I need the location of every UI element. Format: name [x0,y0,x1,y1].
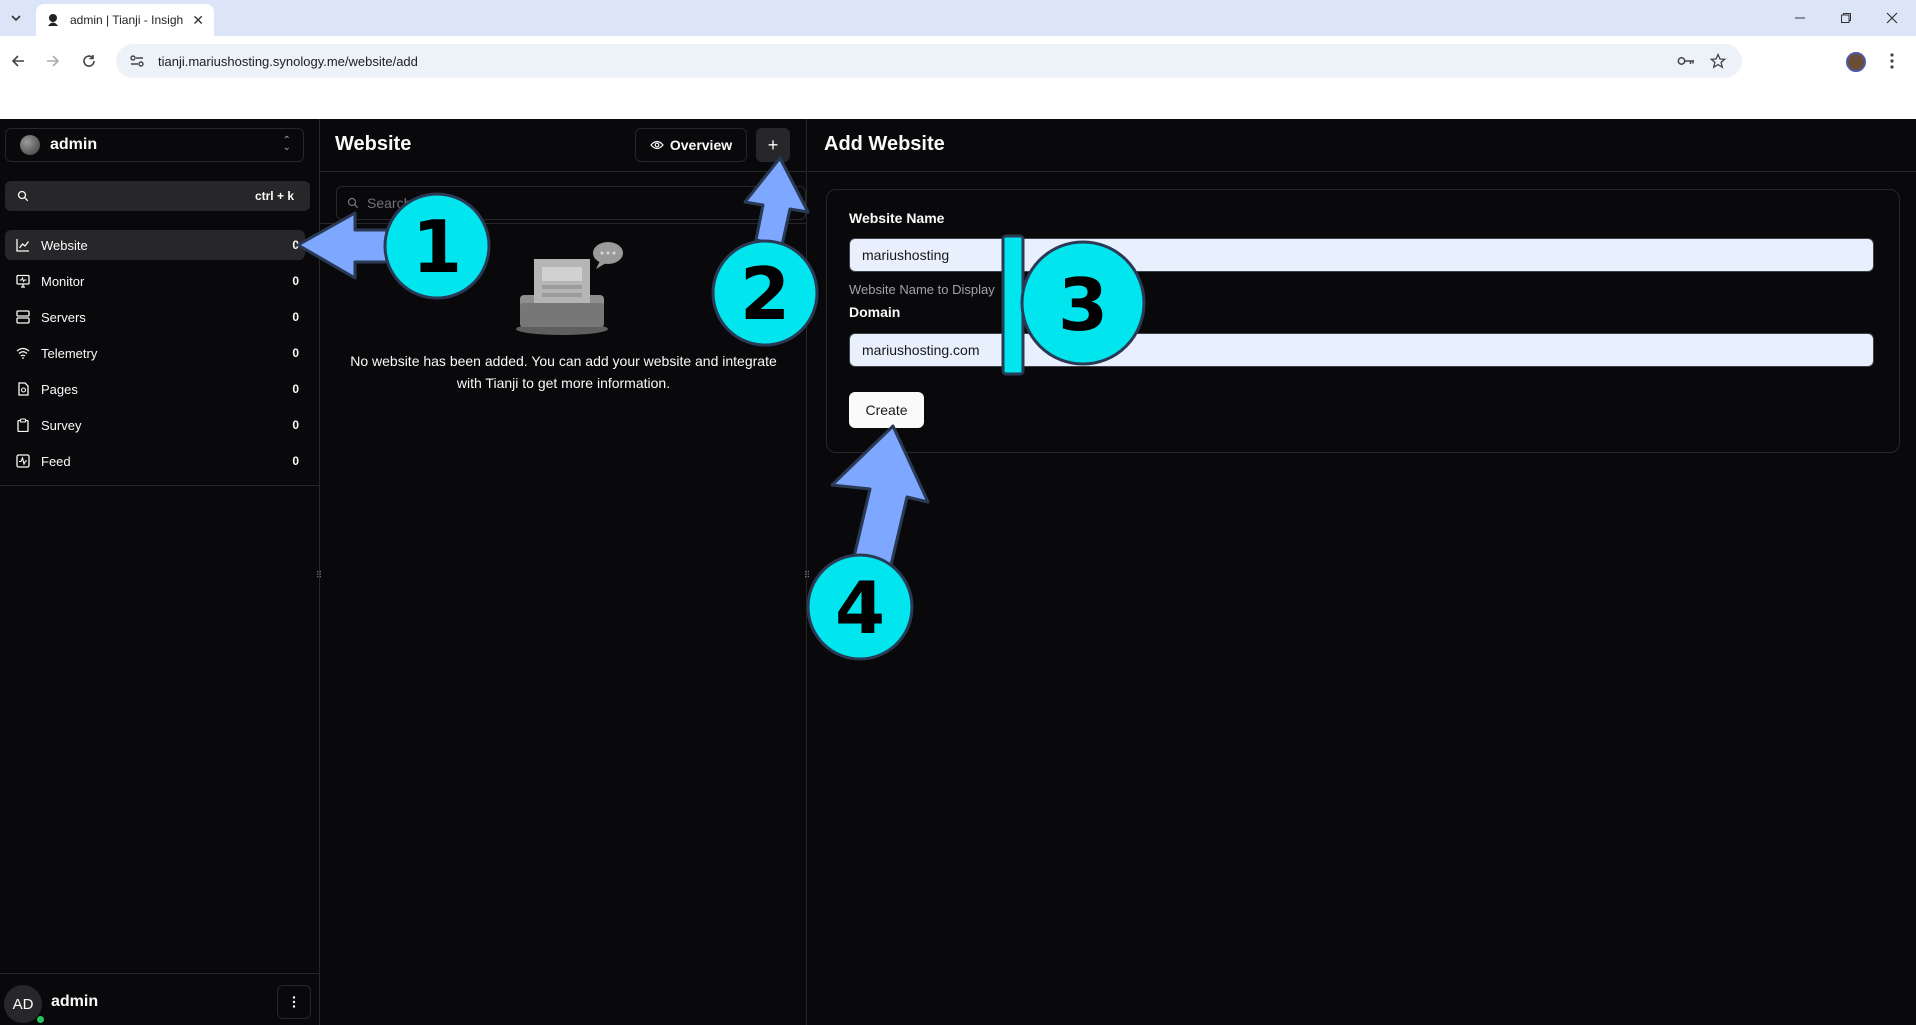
website-name-label: Website Name [849,210,945,226]
close-icon [1886,12,1898,24]
overview-button[interactable]: Overview [635,128,747,162]
sidebar-item-website[interactable]: Website 0 [5,230,305,260]
search-placeholder: Search [367,195,412,211]
sidebar-item-count: 0 [292,274,299,288]
sidebar-item-servers[interactable]: Servers 0 [5,302,305,332]
tianji-app: admin ⌃ ⌄ ctrl + k Website 0 Monitor 0 Se… [0,119,1916,1025]
key-icon [1677,57,1694,65]
sidebar-item-count: 0 [292,310,299,324]
sidebar-item-label: Survey [41,417,82,433]
bookmark-button[interactable] [1704,44,1732,78]
user-menu-button[interactable] [277,985,311,1019]
url-text: tianji.mariushosting.synology.me/website… [158,53,418,69]
website-name-input[interactable] [849,238,1874,272]
page-title: Website [335,133,412,155]
server-icon [15,309,31,325]
tab-search-button[interactable] [4,6,28,30]
browser-chrome: admin | Tianji - Insigh ✕ tianji.mariush… [0,0,1916,119]
sidebar-item-label: Feed [41,453,71,469]
empty-inbox-illustration [516,242,623,335]
more-vertical-icon [1890,53,1894,69]
website-name-help: Website Name to Display [849,282,995,297]
eye-icon [650,137,664,153]
tab-title: admin | Tianji - Insigh [70,13,184,27]
sidebar-item-count: 0 [292,418,299,432]
sidebar-item-monitor[interactable]: Monitor 0 [5,266,305,296]
sidebar-item-survey[interactable]: Survey 0 [5,410,305,440]
chevrons-up-down-icon: ⌃ ⌄ [282,135,291,153]
sidebar-item-label: Pages [41,381,78,397]
reload-button[interactable] [75,47,103,75]
list-search-divider [320,223,807,224]
browser-tab[interactable]: admin | Tianji - Insigh ✕ [36,4,214,36]
close-window-button[interactable] [1869,0,1915,36]
minimize-button[interactable] [1777,0,1823,36]
sidebar-item-label: Servers [41,309,86,325]
restore-button[interactable] [1823,0,1869,36]
search-icon [17,190,29,202]
arrow-left-icon [11,55,24,67]
forward-button[interactable] [39,47,67,75]
monitor-icon [15,273,31,289]
site-settings-icon [130,55,144,67]
sidebar-item-telemetry[interactable]: Telemetry 0 [5,338,305,368]
chevron-down-icon [11,15,21,22]
sidebar-divider [0,485,320,486]
browser-toolbar: tianji.mariushosting.synology.me/website… [0,36,1916,86]
overview-label: Overview [669,137,733,153]
search-shortcut: ctrl + k [254,189,294,203]
clipboard-icon [15,417,31,433]
form-header-divider [808,171,1916,172]
close-tab-icon[interactable]: ✕ [192,12,204,29]
empty-state-text: No website has been added. You can add y… [350,353,777,391]
form-title: Add Website [824,133,945,155]
sidebar-item-count: 0 [292,238,299,252]
sidebar-item-count: 0 [292,454,299,468]
arrow-right-icon [47,55,60,67]
sidebar-footer-divider [0,973,320,974]
add-website-card [826,189,1900,453]
restore-icon [1841,13,1851,23]
activity-icon [15,453,31,469]
workspace-avatar [20,135,40,155]
more-vertical-icon [292,996,296,1008]
workspace-selector[interactable]: admin ⌃ ⌄ [5,128,304,162]
website-search-input[interactable]: Search [336,186,806,220]
user-name: admin [51,993,99,1010]
sidebar-item-pages[interactable]: Pages 0 [5,374,305,404]
list-header-divider [320,171,807,172]
search-icon [347,197,359,209]
profile-avatar[interactable] [1846,52,1866,72]
browser-menu-button[interactable] [1882,48,1902,74]
chart-icon [15,237,31,253]
sidebar-item-feed[interactable]: Feed 0 [5,446,305,476]
address-bar[interactable]: tianji.mariushosting.synology.me/website… [116,44,1742,78]
create-button[interactable]: Create [849,392,924,428]
command-search[interactable]: ctrl + k [5,181,310,211]
password-key-button[interactable] [1672,44,1700,78]
sidebar-item-label: Website [41,237,88,253]
sidebar-item-count: 0 [292,346,299,360]
sidebar-item-label: Monitor [41,273,85,289]
workspace-name: admin [50,136,98,153]
tab-strip: admin | Tianji - Insigh ✕ [0,0,1916,36]
star-icon [1710,53,1726,69]
domain-input[interactable] [849,333,1874,367]
reload-icon [83,55,95,67]
add-website-button[interactable]: + [756,128,790,162]
online-status-dot [36,1015,45,1024]
sidebar-item-count: 0 [292,382,299,396]
tianji-favicon-icon [48,14,58,26]
minimize-icon [1795,17,1805,19]
sidebar: admin ⌃ ⌄ ctrl + k Website 0 Monitor 0 Se… [0,119,320,1025]
wifi-icon [15,345,31,361]
domain-label: Domain [849,304,901,320]
pages-icon [15,381,31,397]
sidebar-item-label: Telemetry [41,345,98,361]
back-button[interactable] [4,47,32,75]
